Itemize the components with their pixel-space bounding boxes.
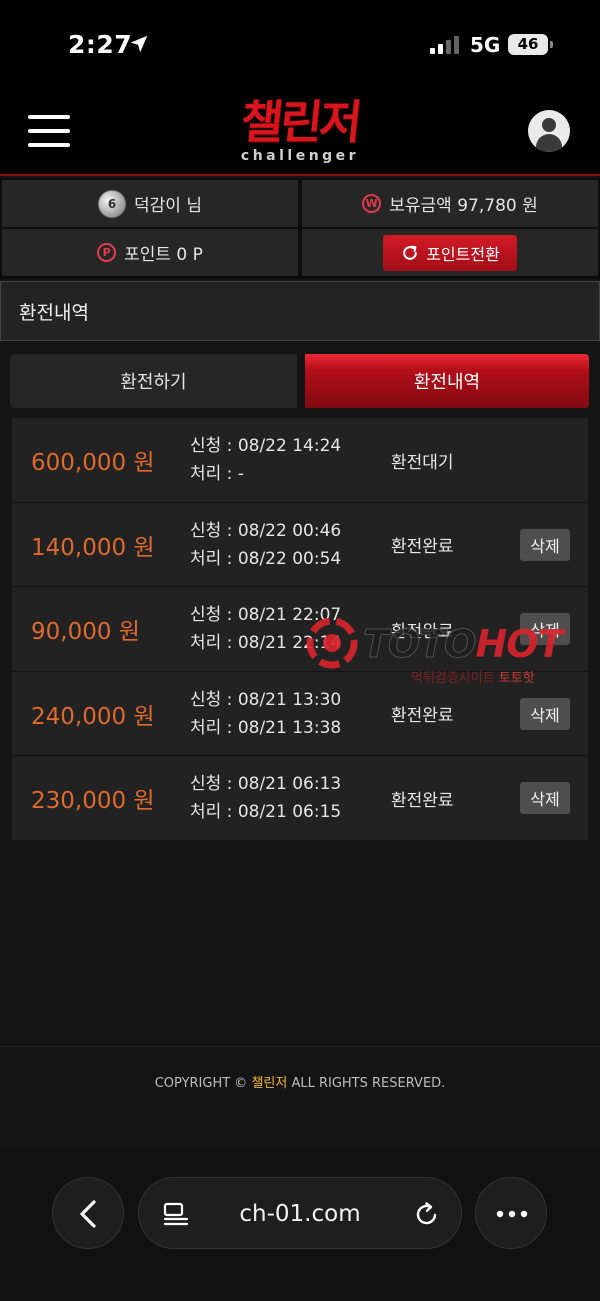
withdraw-amount: 230,000 원 (31, 788, 155, 814)
battery-icon: 46 (508, 34, 553, 55)
won-currency-icon: W (362, 194, 382, 213)
delete-button[interactable]: 삭제 (520, 782, 570, 814)
processed-time: 처리 : 08/21 13:38 (190, 717, 342, 738)
point-convert-button[interactable]: 포인트전환 (383, 234, 517, 271)
point-convert-label: 포인트전환 (426, 244, 500, 264)
points-cell: P 포인트 0 P (2, 229, 298, 276)
user-nickname: 덕감이 님 (134, 196, 202, 216)
convert-cell: 포인트전환 (302, 229, 598, 276)
site-header: 챌린저 challenger (0, 90, 600, 176)
chevron-left-icon (80, 1200, 96, 1228)
page-title: 환전내역 (0, 281, 600, 341)
tab-withdraw-history[interactable]: 환전내역 (305, 354, 589, 408)
site-logo[interactable]: 챌린저 challenger (220, 95, 380, 172)
withdraw-times: 신청 : 08/21 13:30 처리 : 08/21 13:38 (190, 686, 341, 742)
list-item: 90,000 원 신청 : 08/21 22:07 처리 : 08/21 22:… (12, 587, 588, 672)
withdraw-amount: 600,000 원 (31, 450, 155, 476)
balance-text: 보유금액 97,780 원 (389, 196, 538, 216)
list-item: 140,000 원 신청 : 08/22 00:46 처리 : 08/22 00… (12, 502, 588, 587)
footer-divider (0, 1046, 600, 1047)
delete-button[interactable]: 삭제 (520, 528, 570, 561)
status-time: 2:27 (68, 30, 133, 59)
withdraw-times: 신청 : 08/21 22:07 처리 : 08/21 22:14 (190, 601, 341, 657)
withdraw-times: 신청 : 08/22 14:24 처리 : - (190, 432, 341, 488)
copyright-text: COPYRIGHT © 챌린저 ALL RIGHTS RESERVED. (154, 1076, 446, 1091)
points-icon: P (97, 243, 117, 262)
delete-button[interactable]: 삭제 (520, 613, 570, 645)
list-item: 230,000 원 신청 : 08/21 06:13 처리 : 08/21 06… (12, 756, 588, 841)
logo-english-text: challenger (240, 148, 360, 164)
requested-time: 신청 : 08/21 06:13 (190, 774, 342, 794)
cellular-signal-icon (430, 36, 462, 54)
hamburger-menu-icon[interactable] (28, 112, 70, 150)
list-item: 600,000 원 신청 : 08/22 14:24 처리 : - 환전대기 (12, 418, 588, 503)
copyright-brand: 챌린저 (251, 1076, 288, 1091)
withdraw-status: 환전완료 (391, 537, 454, 557)
user-profile-icon[interactable] (528, 110, 570, 152)
points-text: 포인트 0 P (124, 245, 203, 265)
balance-cell: W 보유금액 97,780 원 (302, 180, 598, 227)
requested-time: 신청 : 08/21 13:30 (190, 689, 342, 710)
ellipsis-icon (496, 1210, 528, 1218)
requested-time: 신청 : 08/21 22:07 (190, 605, 342, 625)
requested-time: 신청 : 08/22 00:46 (190, 520, 342, 541)
browser-toolbar: ch-01.com (0, 1150, 600, 1301)
withdraw-times: 신청 : 08/22 00:46 처리 : 08/22 00:54 (190, 517, 341, 573)
withdraw-times: 신청 : 08/21 06:13 처리 : 08/21 06:15 (190, 770, 341, 826)
withdraw-status: 환전완료 (391, 790, 454, 811)
withdraw-amount: 240,000 원 (31, 703, 155, 730)
user-nickname-cell: 6 덕감이 님 (2, 180, 298, 227)
reader-mode-icon[interactable] (163, 1202, 189, 1226)
requested-time: 신청 : 08/22 14:24 (190, 436, 342, 456)
withdraw-status: 환전완료 (391, 621, 454, 642)
status-bar: 2:27 5G 46 (0, 0, 600, 90)
list-item: 240,000 원 신청 : 08/21 13:30 처리 : 08/21 13… (12, 671, 588, 756)
delete-button[interactable]: 삭제 (520, 697, 570, 730)
refresh-icon (403, 245, 418, 260)
tab-bar: 환전하기 환전내역 (10, 354, 589, 408)
location-arrow-icon (130, 35, 148, 53)
network-type: 5G (470, 33, 501, 57)
withdraw-amount: 140,000 원 (31, 534, 155, 561)
more-options-button[interactable] (475, 1177, 547, 1249)
withdraw-status: 환전대기 (391, 452, 454, 473)
back-button[interactable] (52, 1177, 124, 1249)
withdraw-amount: 90,000 원 (31, 619, 140, 645)
level-badge-icon: 6 (98, 189, 127, 218)
address-bar[interactable]: ch-01.com (138, 1177, 462, 1249)
withdraw-history-list: 600,000 원 신청 : 08/22 14:24 처리 : - 환전대기 1… (12, 418, 588, 841)
withdraw-status: 환전완료 (391, 706, 454, 726)
logo-korean-text: 챌린저 (238, 95, 362, 149)
processed-time: 처리 : 08/21 22:14 (190, 633, 342, 653)
processed-time: 처리 : 08/22 00:54 (190, 548, 342, 569)
processed-time: 처리 : - (190, 464, 244, 484)
user-info-panel: 6 덕감이 님 W 보유금액 97,780 원 P 포인트 0 P 포인트전환 (0, 178, 600, 279)
processed-time: 처리 : 08/21 06:15 (190, 802, 342, 822)
tab-withdraw[interactable]: 환전하기 (10, 354, 297, 408)
reload-icon[interactable] (413, 1200, 441, 1228)
